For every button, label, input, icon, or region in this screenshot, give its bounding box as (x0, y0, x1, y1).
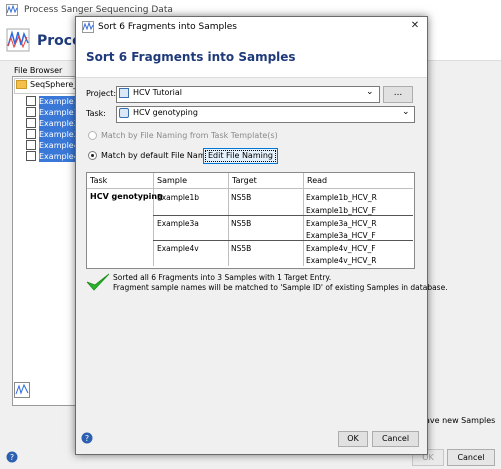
task-icon (119, 108, 129, 118)
radio-match-task-template[interactable] (88, 131, 97, 140)
file-item[interactable]: Example4v (16, 151, 78, 162)
dialog-title: Sort 6 Fragments into Samples (98, 22, 237, 32)
file-item-label: Example1b (39, 96, 78, 107)
chevron-down-icon[interactable]: ⌄ (402, 107, 410, 117)
sequencing-icon (6, 28, 30, 52)
task-value: HCV genotyping (133, 108, 198, 117)
column-header-sample: Sample (157, 176, 187, 185)
sample-cell: Example3a (157, 219, 199, 228)
project-icon (119, 88, 129, 98)
target-cell: NS5B (231, 219, 252, 228)
background-window-title: Process Sanger Sequencing Data (24, 5, 173, 15)
file-item[interactable]: Example3a (16, 118, 78, 129)
sample-cell: Example1b (157, 193, 200, 202)
folder-icon (16, 80, 27, 89)
radio-match-task-template-label: Match by File Naming from Task Template(… (101, 131, 278, 140)
read-cell: Example4v_HCV_R (306, 256, 377, 265)
read-cell: Example3a_HCV_F (306, 231, 376, 240)
result-message: Sorted all 6 Fragments into 3 Samples wi… (113, 273, 332, 282)
column-header-read: Read (307, 176, 328, 185)
read-cell: Example4v_HCV_F (306, 244, 376, 253)
project-label: Project: (86, 89, 117, 98)
header-divider (87, 188, 413, 189)
target-cell: NS5B (231, 244, 252, 253)
row-divider (153, 240, 413, 241)
app-icon (6, 4, 18, 16)
radio-match-default-naming-label: Match by default File Naming (101, 151, 218, 160)
project-value: HCV Tutorial (133, 88, 183, 97)
column-header-target: Target (232, 176, 257, 185)
dialog-heading: Sort 6 Fragments into Samples (86, 50, 296, 64)
chevron-down-icon[interactable]: ⌄ (366, 87, 374, 97)
background-cancel-button[interactable]: Cancel (447, 449, 495, 466)
sequence-file-icon (26, 96, 36, 106)
cancel-button[interactable]: Cancel (372, 431, 419, 447)
file-item[interactable]: Example1b (16, 107, 78, 118)
checkmark-icon (86, 273, 110, 291)
column-divider (228, 173, 229, 266)
column-header-task: Task (90, 176, 108, 185)
result-message-detail: Fragment sample names will be matched to… (113, 283, 448, 292)
read-cell: Example1b_HCV_F (306, 206, 376, 215)
help-icon[interactable]: ? (6, 451, 18, 463)
save-new-samples-label: ave new Samples (425, 416, 496, 425)
radio-selected-dot (91, 154, 94, 157)
project-browse-button[interactable]: ... (383, 86, 413, 103)
sequence-file-icon (26, 129, 36, 139)
task-cell: HCV genotyping (90, 192, 163, 201)
file-item-label: Example4v (39, 151, 78, 162)
file-item-label: Example4v (39, 140, 78, 151)
read-cell: Example3a_HCV_R (306, 219, 377, 228)
target-cell: NS5B (231, 193, 252, 202)
column-divider (303, 173, 304, 266)
column-divider (153, 173, 154, 266)
ok-button[interactable]: OK (338, 431, 368, 447)
read-cell: Example1b_HCV_R (306, 193, 377, 202)
help-icon[interactable]: ? (81, 432, 93, 444)
file-item[interactable]: Example1b (16, 96, 78, 107)
sequence-file-icon (26, 118, 36, 128)
file-item-label: Example3a (39, 118, 78, 129)
close-icon[interactable]: ✕ (408, 19, 422, 33)
svg-text:?: ? (85, 434, 89, 443)
sample-cell: Example4v (157, 244, 199, 253)
file-item-label: Example3a (39, 129, 78, 140)
sequence-view-icon[interactable] (14, 382, 30, 398)
sequence-file-icon (26, 140, 36, 150)
file-item-label: Example1b (39, 107, 78, 118)
file-item[interactable]: Example4v (16, 140, 78, 151)
file-item[interactable]: Example3a (16, 129, 78, 140)
task-label: Task: (86, 109, 106, 118)
sequence-file-icon (26, 151, 36, 161)
sequence-file-icon (26, 107, 36, 117)
edit-file-naming-button[interactable]: Edit File Naming (203, 148, 278, 164)
row-divider (153, 215, 413, 216)
svg-text:?: ? (10, 453, 14, 462)
app-icon (82, 21, 94, 33)
file-browser-label: File Browser (14, 66, 63, 75)
